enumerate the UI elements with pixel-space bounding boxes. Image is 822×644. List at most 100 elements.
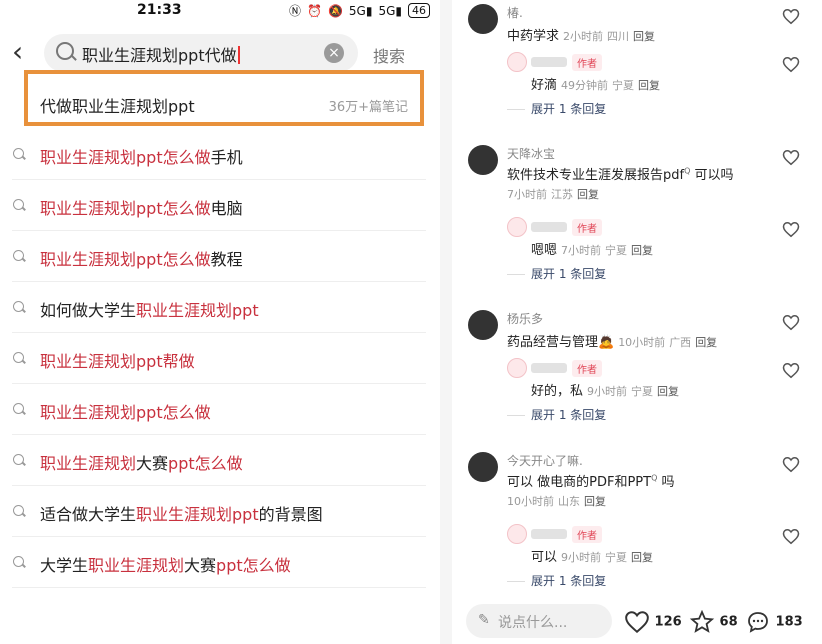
- heart-icon[interactable]: [782, 314, 800, 332]
- comment-item: 椿. 中药学求 2小时前 四川 回复作者好滴 49分钟前 宁夏 回复 展开 1 条回复: [452, 2, 822, 142]
- comment-meta: 7小时前 江苏 回复: [503, 186, 599, 202]
- reply-link[interactable]: 回复: [631, 551, 653, 564]
- heart-icon[interactable]: [782, 8, 800, 26]
- suggestion-text: 职业生涯规划ppt怎么做手机: [40, 144, 243, 168]
- avatar[interactable]: [468, 145, 498, 175]
- suggestion-item[interactable]: 职业生涯规划ppt帮做: [0, 334, 440, 384]
- comment-region: 四川: [607, 30, 630, 43]
- expand-replies-link[interactable]: 展开 1 条回复: [531, 100, 606, 117]
- author-avatar[interactable]: [507, 217, 527, 237]
- heart-icon[interactable]: [782, 221, 800, 239]
- author-name-blurred: [531, 529, 567, 539]
- comment-region: 广西: [669, 336, 692, 349]
- suggestion-item[interactable]: 职业生涯规划ppt怎么做教程: [0, 232, 440, 282]
- divider: [12, 383, 426, 384]
- heart-icon[interactable]: [782, 528, 800, 546]
- suggestion-item[interactable]: 职业生涯规划ppt怎么做手机: [0, 130, 440, 180]
- favorite-button[interactable]: 68: [689, 609, 738, 634]
- highlight-text: ppt怎么: [216, 556, 275, 575]
- plain-text: 的背景图: [258, 505, 323, 524]
- comment-region: 江苏: [551, 188, 573, 201]
- comment-username[interactable]: 今天开心了嘛.: [507, 452, 583, 469]
- highlight-text: 做: [178, 352, 195, 371]
- avatar[interactable]: [468, 4, 498, 34]
- suggestion-item[interactable]: 大学生职业生涯规划大赛ppt怎么做: [0, 538, 440, 588]
- comment-time: 7小时前: [507, 188, 547, 201]
- suggestion-item[interactable]: 职业生涯规划大赛ppt怎么做: [0, 436, 440, 486]
- search-link-icon: Q: [684, 166, 691, 176]
- suggestion-item[interactable]: 如何做大学生职业生涯规划ppt: [0, 283, 440, 333]
- suggestion-item[interactable]: 职业生涯规划ppt怎么做电脑: [0, 181, 440, 231]
- highlight-text: 职业生涯规划ppt怎么: [40, 250, 195, 269]
- author-avatar[interactable]: [507, 52, 527, 72]
- reply-body[interactable]: 可以 9小时前 宁夏 回复: [531, 546, 653, 565]
- suggestion-item[interactable]: 职业生涯规划ppt怎么做: [0, 385, 440, 435]
- reply-time: 7小时前: [561, 244, 602, 257]
- reply-body[interactable]: 好的，私 9小时前 宁夏 回复: [531, 380, 679, 399]
- plain-text: 教程: [210, 250, 243, 269]
- bottom-action-bar: ✎ 说点什么... 126 68 183: [452, 600, 822, 644]
- pen-icon: ✎: [478, 612, 490, 628]
- comment-username[interactable]: 椿.: [507, 4, 523, 21]
- back-chevron-icon[interactable]: ‹: [12, 38, 23, 66]
- like-button[interactable]: 126: [624, 610, 682, 634]
- reply-time: 9小时前: [587, 385, 628, 398]
- top-suggestion[interactable]: 代做职业生涯规划ppt 36万+篇笔记: [24, 70, 424, 126]
- reply-body[interactable]: 好滴 49分钟前 宁夏 回复: [531, 74, 660, 93]
- comment-meta: 10小时前 山东 回复: [503, 493, 606, 509]
- comment-item: 杨乐多 药品经营与管理🙇 10小时前 广西 回复 作者 好的，私 9小时前 宁夏 回复 展开 1 条…: [452, 308, 822, 448]
- suggestion-text: 职业生涯规划ppt怎么做电脑: [40, 195, 243, 219]
- expand-replies-link[interactable]: 展开 1 条回复: [531, 572, 606, 589]
- comment-text: 可以 做电商的PDF和PPT: [507, 475, 652, 490]
- heart-icon[interactable]: [782, 56, 800, 74]
- expand-replies-link[interactable]: 展开 1 条回复: [531, 265, 606, 282]
- heart-icon[interactable]: [782, 149, 800, 167]
- author-avatar[interactable]: [507, 358, 527, 378]
- heart-icon[interactable]: [782, 456, 800, 474]
- search-icon: [56, 42, 74, 60]
- reply-text: 好的，私: [531, 384, 584, 399]
- comment-input[interactable]: ✎ 说点什么...: [466, 604, 612, 638]
- author-badge: 作者: [572, 360, 602, 377]
- comment-username[interactable]: 杨乐多: [507, 310, 543, 327]
- highlight-text: 职业生涯规划: [40, 454, 137, 473]
- search-icon: [13, 250, 24, 261]
- comment-body[interactable]: 药品经营与管理🙇 10小时前 广西 回复: [507, 331, 717, 350]
- comment-username[interactable]: 天降冰宝: [507, 145, 555, 162]
- search-icon: [13, 505, 24, 516]
- comment-body[interactable]: 软件技术专业生涯发展报告pdfQ 可以吗: [507, 164, 734, 183]
- highlight-text: ppt怎么: [168, 454, 227, 473]
- comment-region: 山东: [558, 495, 580, 508]
- divider: [12, 179, 426, 180]
- reply-link[interactable]: 回复: [577, 188, 599, 201]
- reply-region: 宁夏: [631, 385, 654, 398]
- divider: [12, 587, 426, 588]
- clear-icon[interactable]: ×: [324, 43, 344, 63]
- reply-link[interactable]: 回复: [695, 336, 717, 349]
- reply-link[interactable]: 回复: [584, 495, 606, 508]
- reply-link[interactable]: 回复: [633, 30, 655, 43]
- expand-replies-link[interactable]: 展开 1 条回复: [531, 406, 606, 423]
- divider: [12, 434, 426, 435]
- reply-link[interactable]: 回复: [631, 244, 653, 257]
- search-button[interactable]: 搜索: [373, 43, 405, 67]
- suggestion-item[interactable]: 适合做大学生职业生涯规划ppt的背景图: [0, 487, 440, 537]
- avatar[interactable]: [468, 310, 498, 340]
- comment-body[interactable]: 可以 做电商的PDF和PPTQ 吗: [507, 471, 675, 490]
- search-icon: [13, 148, 24, 159]
- reply-link[interactable]: 回复: [657, 385, 679, 398]
- battery-indicator: 46: [408, 3, 431, 18]
- reply-link[interactable]: 回复: [638, 79, 660, 92]
- star-icon: [689, 609, 715, 633]
- divider: [12, 536, 426, 537]
- comment-body[interactable]: 中药学求 2小时前 四川 回复: [507, 25, 655, 44]
- search-suggestion-panel: 21:33 Ⓝ ⏰ 🔕 5G▮ 5G▮ 46 ‹ 职业生涯规划ppt代做 × 搜…: [0, 0, 440, 644]
- author-avatar[interactable]: [507, 524, 527, 544]
- heart-icon[interactable]: [782, 362, 800, 380]
- reply-body[interactable]: 嗯嗯 7小时前 宁夏 回复: [531, 239, 653, 258]
- search-input[interactable]: 职业生涯规划ppt代做 ×: [44, 34, 358, 72]
- avatar[interactable]: [468, 452, 498, 482]
- author-badge: 作者: [572, 54, 602, 71]
- comment-button[interactable]: 183: [745, 610, 803, 634]
- search-icon: [13, 454, 24, 465]
